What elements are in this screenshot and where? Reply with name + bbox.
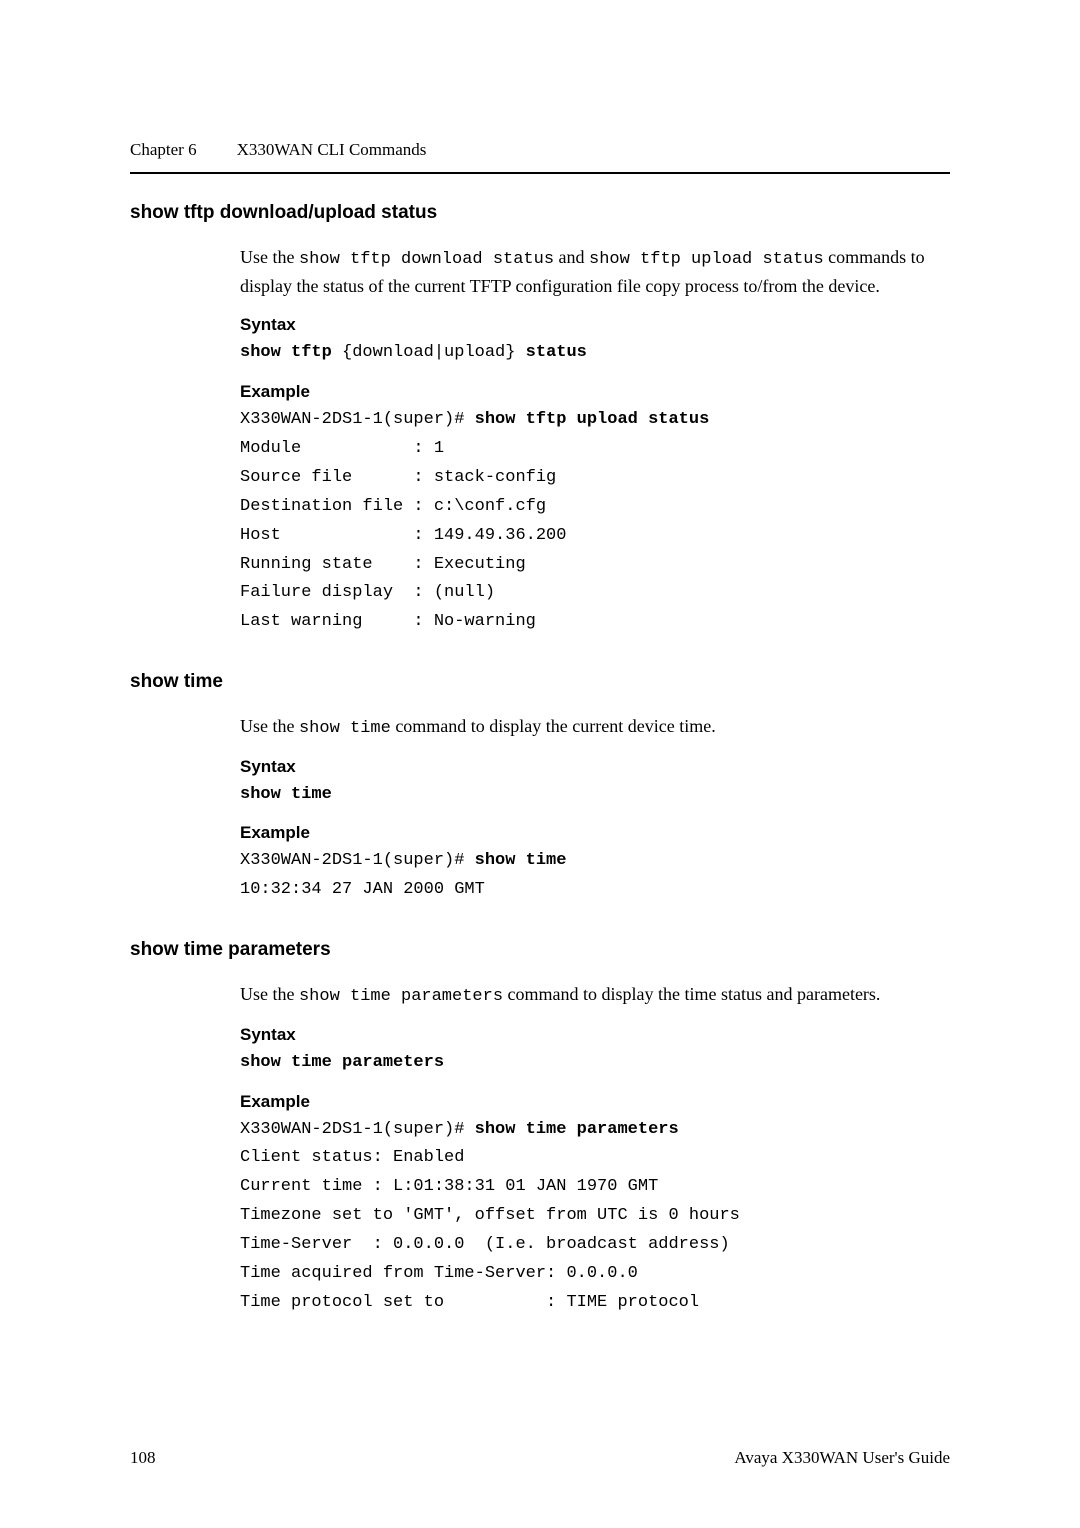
section-desc: Use the show tftp download status and sh… — [240, 244, 950, 301]
syntax-code: show time parameters — [240, 1049, 950, 1078]
syntax-heading: Syntax — [240, 757, 950, 777]
section-desc: Use the show time parameters command to … — [240, 981, 950, 1010]
syntax-heading: Syntax — [240, 315, 950, 335]
chapter-title: X330WAN CLI Commands — [237, 140, 427, 160]
chapter-label: Chapter 6 — [130, 140, 197, 160]
header-divider — [130, 172, 950, 174]
inline-code: show time parameters — [299, 987, 503, 1006]
syntax-code: show time — [240, 781, 950, 810]
example-heading: Example — [240, 382, 950, 402]
page-footer: 108 Avaya X330WAN User's Guide — [130, 1448, 950, 1468]
section-body-time: Use the show time command to display the… — [240, 713, 950, 905]
example-heading: Example — [240, 823, 950, 843]
section-title-time-params: show time parameters — [130, 939, 950, 961]
example-code: X330WAN-2DS1-1(super)# show time 10:32:3… — [240, 847, 950, 905]
page-number: 108 — [130, 1448, 156, 1468]
syntax-heading: Syntax — [240, 1025, 950, 1045]
syntax-code: show tftp {download|upload} status — [240, 339, 950, 368]
example-code: X330WAN-2DS1-1(super)# show tftp upload … — [240, 406, 950, 637]
footer-title: Avaya X330WAN User's Guide — [734, 1448, 950, 1468]
section-body-tftp: Use the show tftp download status and sh… — [240, 244, 950, 637]
section-body-time-params: Use the show time parameters command to … — [240, 981, 950, 1317]
example-heading: Example — [240, 1092, 950, 1112]
inline-code: show tftp upload status — [589, 250, 824, 269]
section-desc: Use the show time command to display the… — [240, 713, 950, 742]
inline-code: show time — [299, 719, 391, 738]
section-title-time: show time — [130, 671, 950, 693]
inline-code: show tftp download status — [299, 250, 554, 269]
example-code: X330WAN-2DS1-1(super)# show time paramet… — [240, 1116, 950, 1318]
section-title-tftp: show tftp download/upload status — [130, 202, 950, 224]
page-header: Chapter 6 X330WAN CLI Commands — [130, 140, 950, 160]
